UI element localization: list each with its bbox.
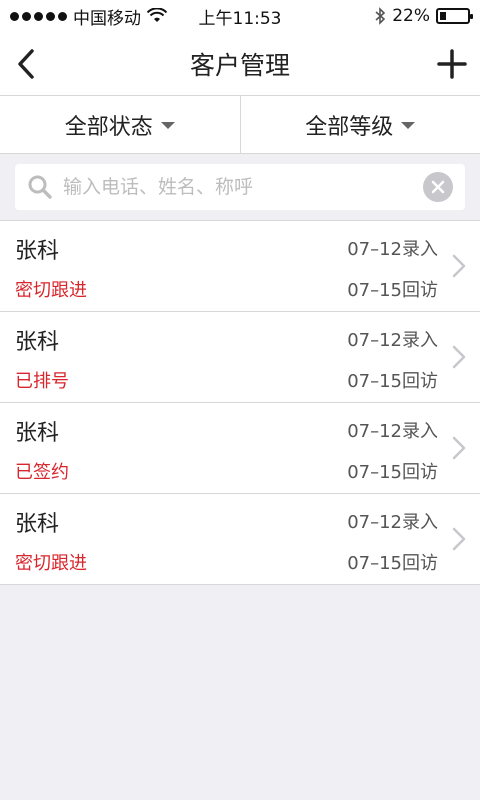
- status-right: 22%: [374, 6, 473, 26]
- level-filter-label: 全部等级: [305, 114, 394, 140]
- customer-name: 张科: [15, 512, 60, 537]
- close-icon: [431, 180, 445, 194]
- visit-date: 07–15回访: [347, 553, 438, 574]
- status-left: 中国移动: [10, 4, 167, 29]
- customer-list: 张科 密切跟进 07–12录入 07–15回访 张科 已排号 07–12录入 0…: [0, 220, 480, 585]
- list-item[interactable]: 张科 已排号 07–12录入 07–15回访: [0, 312, 480, 403]
- chevron-right-icon: [452, 345, 466, 369]
- back-button[interactable]: [12, 46, 44, 82]
- level-filter-dropdown[interactable]: 全部等级: [239, 96, 480, 153]
- customer-name: 张科: [15, 239, 60, 264]
- entry-date: 07–12录入: [347, 239, 438, 260]
- entry-date: 07–12录入: [347, 330, 438, 351]
- chevron-right-icon: [452, 254, 466, 278]
- status-filter-label: 全部状态: [64, 114, 153, 140]
- search-icon: [28, 175, 52, 199]
- customer-status: 密切跟进: [15, 553, 87, 574]
- customer-name: 张科: [15, 330, 60, 355]
- page-title: 客户管理: [189, 50, 290, 80]
- list-item[interactable]: 张科 已签约 07–12录入 07–15回访: [0, 403, 480, 494]
- nav-bar: 客户管理: [0, 32, 480, 96]
- entry-date: 07–12录入: [347, 421, 438, 442]
- search-area: [0, 154, 480, 220]
- visit-date: 07–15回访: [347, 280, 438, 301]
- visit-date: 07–15回访: [347, 371, 438, 392]
- visit-date: 07–15回访: [347, 462, 438, 483]
- battery-icon: [436, 8, 473, 24]
- bluetooth-icon: [375, 7, 386, 25]
- battery-percent: 22%: [392, 6, 430, 26]
- caret-down-icon: [401, 122, 416, 129]
- chevron-right-icon: [452, 436, 466, 460]
- add-customer-button[interactable]: [436, 46, 468, 82]
- plus-icon: [437, 49, 467, 79]
- search-input[interactable]: [63, 176, 413, 198]
- customer-name: 张科: [15, 421, 60, 446]
- customer-status: 已排号: [15, 371, 69, 392]
- filter-bar: 全部状态 全部等级: [0, 96, 480, 154]
- status-time: 上午11:53: [198, 8, 282, 29]
- chevron-right-icon: [452, 527, 466, 551]
- battery-level: [440, 12, 446, 20]
- customer-status: 密切跟进: [15, 280, 87, 301]
- wifi-icon: [147, 8, 167, 22]
- entry-date: 07–12录入: [347, 512, 438, 533]
- list-item[interactable]: 张科 密切跟进 07–12录入 07–15回访: [0, 494, 480, 585]
- search-box: [15, 164, 465, 210]
- status-bar: 中国移动 上午11:53 22%: [0, 0, 480, 32]
- chevron-left-icon: [18, 49, 34, 79]
- carrier-name: 中国移动: [73, 8, 141, 29]
- clear-search-button[interactable]: [423, 172, 453, 202]
- list-item[interactable]: 张科 密切跟进 07–12录入 07–15回访: [0, 221, 480, 312]
- status-filter-dropdown[interactable]: 全部状态: [0, 96, 240, 153]
- customer-status: 已签约: [15, 462, 69, 483]
- caret-down-icon: [160, 122, 175, 129]
- signal-strength-icon: [10, 11, 67, 21]
